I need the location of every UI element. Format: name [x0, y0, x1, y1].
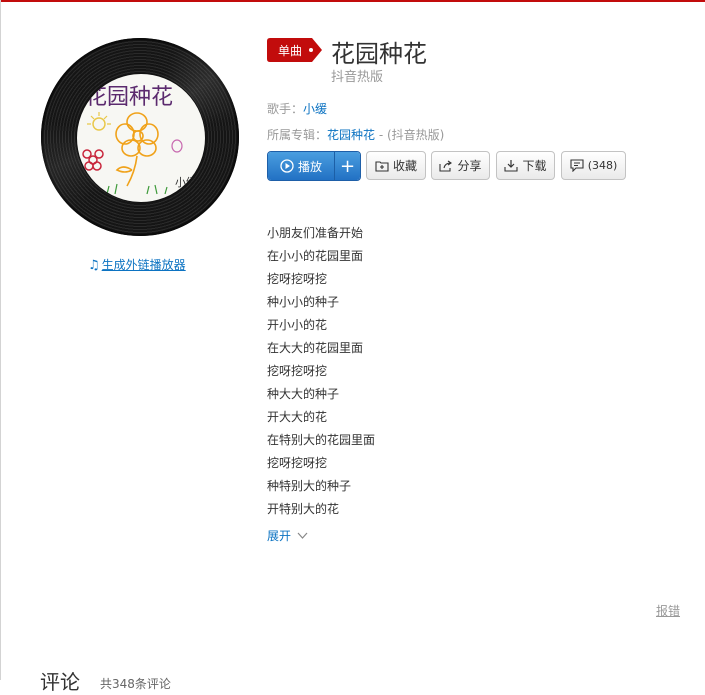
lyrics-list: 小朋友们准备开始 在小小的花园里面 挖呀挖呀挖 种小小的种子 开小小的花 在大大的花园里面…	[267, 222, 375, 521]
lyric-line: 挖呀挖呀挖	[267, 272, 328, 286]
lyric-line: 挖呀挖呀挖	[267, 456, 328, 470]
album-row: 所属专辑：花园种花 - (抖音热版)	[267, 126, 444, 143]
singer-link[interactable]: 小缓	[303, 102, 327, 116]
singer-label: 歌手：	[267, 102, 304, 116]
play-label: 播放	[297, 159, 322, 174]
expand-label: 展开	[267, 529, 292, 543]
lyric-line: 在小小的花园里面	[267, 249, 364, 263]
folder-add-icon	[375, 160, 389, 172]
expand-lyrics-button[interactable]: 展开	[267, 527, 308, 544]
left-border	[0, 0, 1, 680]
lyric-line: 开大大的花	[267, 410, 328, 424]
chevron-down-icon	[293, 529, 308, 543]
comment-count: (348)	[587, 159, 618, 172]
album-label: 所属专辑：	[267, 128, 328, 142]
singer-row: 歌手：小缓	[267, 100, 327, 117]
play-button[interactable]: 播放	[268, 152, 334, 180]
comment-icon	[570, 159, 584, 172]
play-button-group: 播放 +	[267, 151, 361, 181]
album-cover-image: 花园种花 小缓	[76, 73, 206, 203]
lyric-line: 在大大的花园里面	[267, 341, 364, 355]
download-button[interactable]: 下载	[496, 151, 555, 180]
cover-drawing: 花园种花 小缓	[82, 85, 197, 195]
lyric-line: 挖呀挖呀挖	[267, 364, 328, 378]
comment-button[interactable]: (348)	[561, 151, 626, 180]
share-icon	[439, 160, 453, 172]
lyric-line: 种特别大的种子	[267, 479, 352, 493]
album-suffix: - (抖音热版)	[375, 128, 445, 142]
song-subtitle: 抖音热版	[331, 70, 384, 85]
lyric-line: 开特别大的花	[267, 502, 340, 516]
share-button[interactable]: 分享	[431, 151, 490, 180]
album-cover-vinyl: 花园种花 小缓	[41, 38, 239, 236]
badge-label: 单曲	[278, 44, 303, 58]
single-badge: 单曲	[267, 38, 322, 62]
album-link[interactable]: 花园种花	[327, 128, 375, 142]
share-label: 分享	[457, 159, 482, 173]
cover-handwritten-title: 花园种花	[85, 85, 173, 110]
download-icon	[504, 159, 519, 172]
cover-signature: 小缓	[175, 176, 197, 189]
song-title: 花园种花	[331, 40, 427, 68]
lyric-line: 小朋友们准备开始	[267, 226, 364, 240]
play-icon	[280, 159, 294, 173]
lyric-line: 种大大的种子	[267, 387, 340, 401]
generate-external-player-link[interactable]: ♫ 生成外链播放器	[88, 256, 186, 273]
music-note-icon: ♫	[88, 258, 100, 273]
report-error-link[interactable]: 报错	[656, 602, 680, 619]
lyric-line: 在特别大的花园里面	[267, 433, 376, 447]
comments-count: 共348条评论	[100, 677, 171, 691]
lyric-line: 开小小的花	[267, 318, 328, 332]
generate-link-label: 生成外链播放器	[101, 258, 186, 272]
add-to-playlist-button[interactable]: +	[334, 152, 360, 180]
top-accent-line	[0, 0, 705, 2]
download-label: 下载	[522, 159, 547, 173]
comments-heading: 评论	[40, 670, 80, 694]
collect-button[interactable]: 收藏	[366, 151, 426, 180]
lyric-line: 种小小的种子	[267, 295, 340, 309]
collect-label: 收藏	[392, 159, 417, 173]
